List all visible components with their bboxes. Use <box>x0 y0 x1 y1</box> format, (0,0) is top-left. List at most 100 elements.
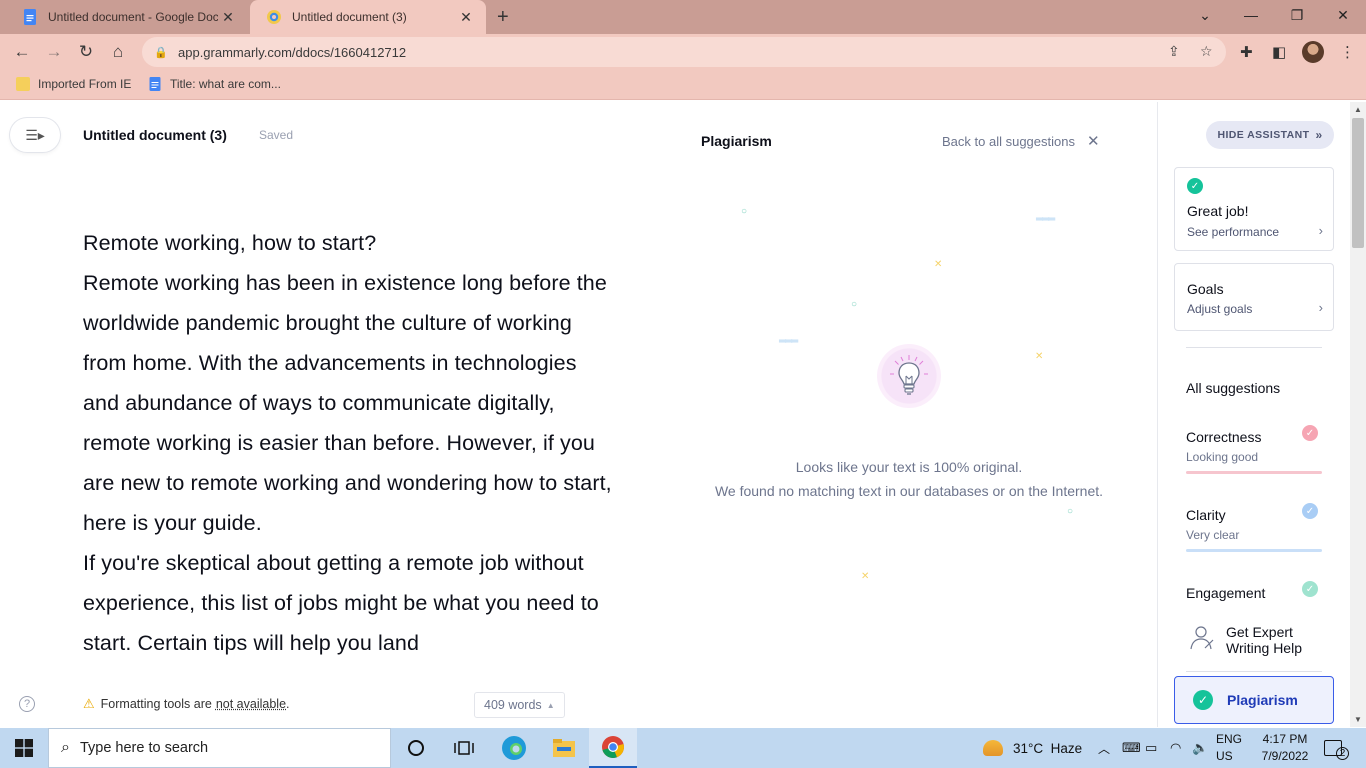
forward-arrow-icon[interactable]: → <box>43 41 65 63</box>
decorative-dash-icon: ═══ <box>779 336 798 347</box>
divider <box>1186 347 1322 348</box>
scroll-down-icon[interactable]: ▼ <box>1354 715 1362 724</box>
score-bar <box>1186 549 1322 552</box>
formatting-notice: ⚠ Formatting tools are not available . <box>83 696 290 711</box>
search-icon: ⌕ <box>61 739 70 756</box>
paragraph[interactable]: If you're skeptical about getting a remo… <box>83 543 613 663</box>
caret-up-icon: ▲ <box>546 700 555 710</box>
windows-taskbar: ⌕ Type here to search 31°C Haze ︿ ⌨ ▭ ◠ … <box>0 728 1366 768</box>
extensions-icon[interactable]: ✚ <box>1240 43 1253 61</box>
page-scrollbar[interactable]: ▲ ▼ <box>1350 102 1366 727</box>
help-icon[interactable]: ? <box>19 696 35 712</box>
expert-writing-help-button[interactable]: Get Expert Writing Help <box>1186 622 1322 662</box>
browser-tab-strip: Untitled document - Google Docs ✕ Untitl… <box>0 0 1366 34</box>
home-icon[interactable]: ⌂ <box>107 41 129 63</box>
category-engagement[interactable]: Engagement ✓ <box>1186 581 1322 609</box>
decorative-circle-icon: ○ <box>741 206 748 217</box>
goals-card[interactable]: Goals Adjust goals › <box>1174 263 1334 331</box>
performance-card[interactable]: ✓ Great job! See performance › <box>1174 167 1334 251</box>
profile-avatar[interactable] <box>1302 41 1324 63</box>
plagiarism-panel-title: Plagiarism <box>701 133 772 149</box>
meet-now-icon[interactable]: ⌨ <box>1122 728 1141 768</box>
lightbulb-icon <box>877 344 941 408</box>
bookmark-star-icon[interactable]: ☆ <box>1200 43 1213 60</box>
close-icon[interactable]: ✕ <box>1087 132 1100 150</box>
file-explorer-icon[interactable] <box>540 728 588 768</box>
notification-icon <box>1324 740 1342 756</box>
browser-toolbar: ← → ↻ ⌂ 🔒 app.grammarly.com/ddocs/166041… <box>0 34 1366 70</box>
notifications-button[interactable]: 2 <box>1324 728 1349 768</box>
close-window-icon[interactable]: ✕ <box>1320 0 1366 30</box>
see-performance-link[interactable]: See performance <box>1187 225 1279 239</box>
back-to-suggestions-link[interactable]: Back to all suggestions <box>942 134 1075 149</box>
back-arrow-icon[interactable]: ← <box>11 41 33 63</box>
input-language[interactable]: ENG US <box>1216 731 1242 765</box>
tab-title: Untitled document (3) <box>292 10 407 24</box>
system-clock[interactable]: 4:17 PM 7/9/2022 <box>1256 731 1314 765</box>
decorative-dash-icon: ═══ <box>1036 214 1055 225</box>
divider <box>1186 671 1322 672</box>
taskbar-search-box[interactable]: ⌕ Type here to search <box>48 728 391 768</box>
document-title[interactable]: Untitled document (3) <box>83 127 227 143</box>
start-button[interactable] <box>0 728 48 768</box>
edge-browser-icon[interactable] <box>490 728 538 768</box>
originality-detail: We found no matching text in our databas… <box>714 483 1104 499</box>
restore-icon[interactable]: ❐ <box>1274 0 1320 30</box>
warning-icon: ⚠ <box>83 696 95 711</box>
tab-grammarly[interactable]: Untitled document (3) ✕ <box>250 0 486 34</box>
menu-kebab-icon[interactable]: ⋮ <box>1340 43 1355 61</box>
bookmark-title-doc[interactable]: Title: what are com... <box>148 77 281 91</box>
close-tab-icon[interactable]: ✕ <box>456 9 476 26</box>
side-panel-icon[interactable]: ◧ <box>1272 43 1286 61</box>
paragraph[interactable]: Remote working, how to start? <box>83 223 613 263</box>
grammarly-editor: ☰▸ Untitled document (3) Saved Remote wo… <box>0 102 1157 727</box>
folder-icon <box>16 77 30 91</box>
weather-widget[interactable]: 31°C Haze <box>983 728 1082 768</box>
tab-google-docs[interactable]: Untitled document - Google Docs ✕ <box>6 0 248 34</box>
double-chevron-right-icon: » <box>1315 128 1323 142</box>
save-status: Saved <box>259 128 294 142</box>
close-tab-icon[interactable]: ✕ <box>218 9 238 26</box>
scrollbar-thumb[interactable] <box>1352 118 1364 248</box>
score-bar <box>1186 471 1322 474</box>
bookmark-imported-from-ie[interactable]: Imported From IE <box>16 77 131 91</box>
document-text-area[interactable]: Remote working, how to start? Remote wor… <box>83 223 613 678</box>
originality-result: Looks like your text is 100% original. <box>795 459 1023 475</box>
plagiarism-button[interactable]: ✓ Plagiarism <box>1174 676 1334 724</box>
performance-title: Great job! <box>1187 203 1249 219</box>
show-hidden-icons-chevron-icon[interactable]: ︿ <box>1098 728 1110 768</box>
document-menu-button[interactable]: ☰▸ <box>10 118 60 152</box>
new-tab-icon[interactable]: + <box>497 6 509 29</box>
url-text: app.grammarly.com/ddocs/1660412712 <box>178 44 407 60</box>
category-correctness[interactable]: Correctness Looking good ✓ <box>1186 425 1322 475</box>
cortana-icon[interactable] <box>392 728 440 768</box>
battery-icon[interactable]: ▭ <box>1145 728 1157 768</box>
grammarly-icon <box>267 10 281 24</box>
adjust-goals-link[interactable]: Adjust goals <box>1187 302 1252 316</box>
wifi-icon[interactable]: ◠ <box>1170 728 1181 768</box>
docs-icon <box>149 77 161 91</box>
category-clarity[interactable]: Clarity Very clear ✓ <box>1186 503 1322 553</box>
google-docs-icon <box>24 9 36 25</box>
scroll-up-icon[interactable]: ▲ <box>1354 105 1362 114</box>
share-icon[interactable]: ⇪ <box>1168 43 1180 60</box>
task-view-icon[interactable] <box>440 728 488 768</box>
address-bar[interactable]: 🔒 app.grammarly.com/ddocs/1660412712 ⇪ ☆ <box>142 37 1226 67</box>
decorative-sparkle-icon: ✕ <box>1035 351 1044 362</box>
reload-icon[interactable]: ↻ <box>75 41 97 63</box>
paragraph[interactable]: Remote working has been in existence lon… <box>83 263 613 543</box>
all-suggestions-link[interactable]: All suggestions <box>1186 380 1280 396</box>
minimize-icon[interactable]: — <box>1228 0 1274 30</box>
bookmarks-bar: Imported From IE Title: what are com... <box>0 70 1366 100</box>
tab-search-icon[interactable]: ⌄ <box>1182 0 1228 30</box>
volume-icon[interactable]: 🔈 <box>1192 728 1208 768</box>
check-circle-icon: ✓ <box>1302 503 1318 519</box>
hide-assistant-button[interactable]: HIDE ASSISTANT » <box>1206 121 1334 149</box>
chrome-browser-icon[interactable] <box>589 728 637 768</box>
word-count-button[interactable]: 409 words ▲ <box>474 692 565 718</box>
lock-icon[interactable]: 🔒 <box>154 46 168 59</box>
check-circle-icon: ✓ <box>1187 178 1203 194</box>
decorative-circle-icon: ○ <box>851 299 858 310</box>
windows-logo-icon <box>15 739 33 757</box>
not-available-link[interactable]: not available <box>216 697 286 711</box>
